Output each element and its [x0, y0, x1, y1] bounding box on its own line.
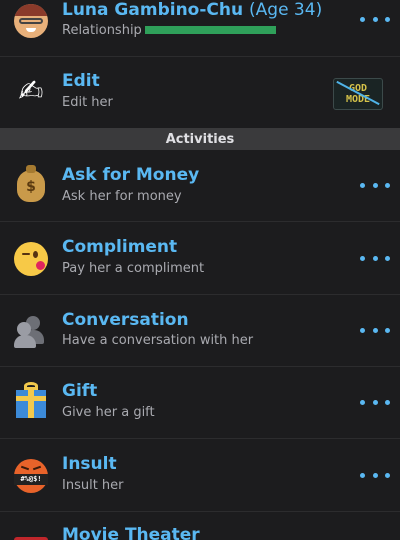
more-options-icon[interactable] — [360, 320, 390, 340]
gift-icon — [12, 382, 50, 421]
activity-compliment[interactable]: Compliment Pay her a compliment — [0, 222, 400, 294]
activity-subtitle: Ask her for money — [62, 189, 182, 204]
edit-title: Edit — [62, 71, 100, 91]
edit-subtitle: Edit her — [62, 95, 113, 110]
person-age: (Age 34) — [249, 0, 323, 20]
kissing-face-icon — [12, 240, 50, 278]
cursing-face-icon: #%@$! — [12, 457, 50, 495]
activity-ask-for-money[interactable]: $ Ask for Money Ask her for money — [0, 150, 400, 221]
activity-title: Conversation — [62, 310, 189, 330]
activity-movie-theater[interactable]: Movie Theater — [0, 512, 400, 540]
activity-subtitle: Insult her — [62, 478, 124, 493]
people-icon — [12, 312, 50, 350]
activities-section-header: Activities — [0, 128, 400, 150]
more-options-icon[interactable] — [360, 465, 390, 485]
money-bag-icon: $ — [12, 165, 50, 205]
more-options-icon[interactable] — [360, 392, 390, 412]
theater-icon — [12, 529, 50, 540]
relationship-bar-fill — [145, 26, 276, 34]
activity-title: Insult — [62, 454, 117, 474]
woman-avatar-icon — [12, 2, 50, 40]
activity-title: Ask for Money — [62, 165, 200, 185]
writing-hand-icon: ✍ — [18, 74, 44, 109]
activity-gift[interactable]: Gift Give her a gift — [0, 367, 400, 438]
activity-title: Movie Theater — [62, 525, 200, 540]
activity-subtitle: Pay her a compliment — [62, 261, 205, 276]
relationship-bar — [145, 26, 276, 34]
activity-title: Compliment — [62, 237, 178, 257]
person-name: Luna Gambino-Chu (Age 34) — [62, 0, 323, 20]
more-options-icon[interactable] — [360, 175, 390, 195]
activity-title: Gift — [62, 381, 98, 401]
activity-subtitle: Have a conversation with her — [62, 333, 254, 348]
more-options-icon[interactable] — [360, 9, 390, 29]
activity-subtitle: Give her a gift — [62, 405, 155, 420]
activity-insult[interactable]: #%@$! Insult Insult her — [0, 439, 400, 511]
activity-conversation[interactable]: Conversation Have a conversation with he… — [0, 295, 400, 366]
more-options-icon[interactable] — [360, 248, 390, 268]
god-mode-button[interactable]: GOD MODE — [333, 78, 383, 110]
person-header-row[interactable]: Luna Gambino-Chu (Age 34) Relationship — [0, 0, 400, 56]
relationship-label: Relationship — [62, 23, 142, 38]
